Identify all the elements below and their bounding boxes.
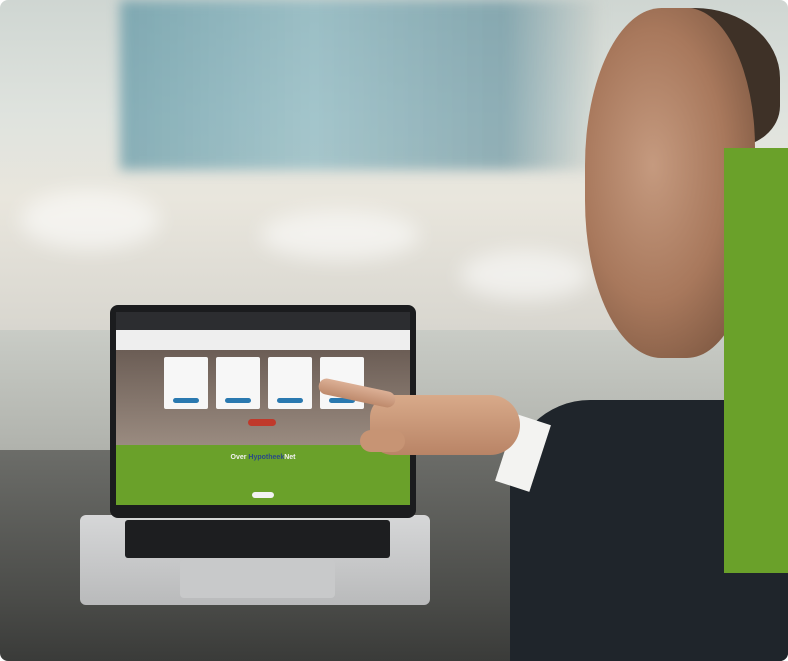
website-header: [116, 330, 410, 360]
card-button: [277, 398, 303, 403]
background-window-reflection: [120, 0, 600, 170]
card-button: [173, 398, 199, 403]
browser-toolbar: [116, 312, 410, 330]
bokeh-light: [460, 250, 590, 300]
heading-part-3: Net: [284, 454, 296, 461]
website-red-button: [248, 419, 276, 426]
website-heading: Over HypotheekNet: [116, 454, 410, 461]
hero-photo: Over HypotheekNet: [0, 0, 788, 661]
card-button: [225, 398, 251, 403]
green-accent-panel: [724, 148, 788, 573]
website-card: [216, 357, 260, 409]
laptop-trackpad: [180, 560, 335, 598]
heading-part-2: Hypotheek: [248, 454, 285, 461]
heading-part-1: Over: [230, 454, 247, 461]
website-card: [164, 357, 208, 409]
website-cta-button: [252, 492, 274, 498]
bokeh-light: [260, 210, 420, 260]
person-thumb: [360, 430, 405, 452]
laptop-keyboard: [125, 520, 390, 558]
laptop-screen: Over HypotheekNet: [116, 312, 410, 505]
bokeh-light: [20, 190, 160, 250]
website-card: [268, 357, 312, 409]
